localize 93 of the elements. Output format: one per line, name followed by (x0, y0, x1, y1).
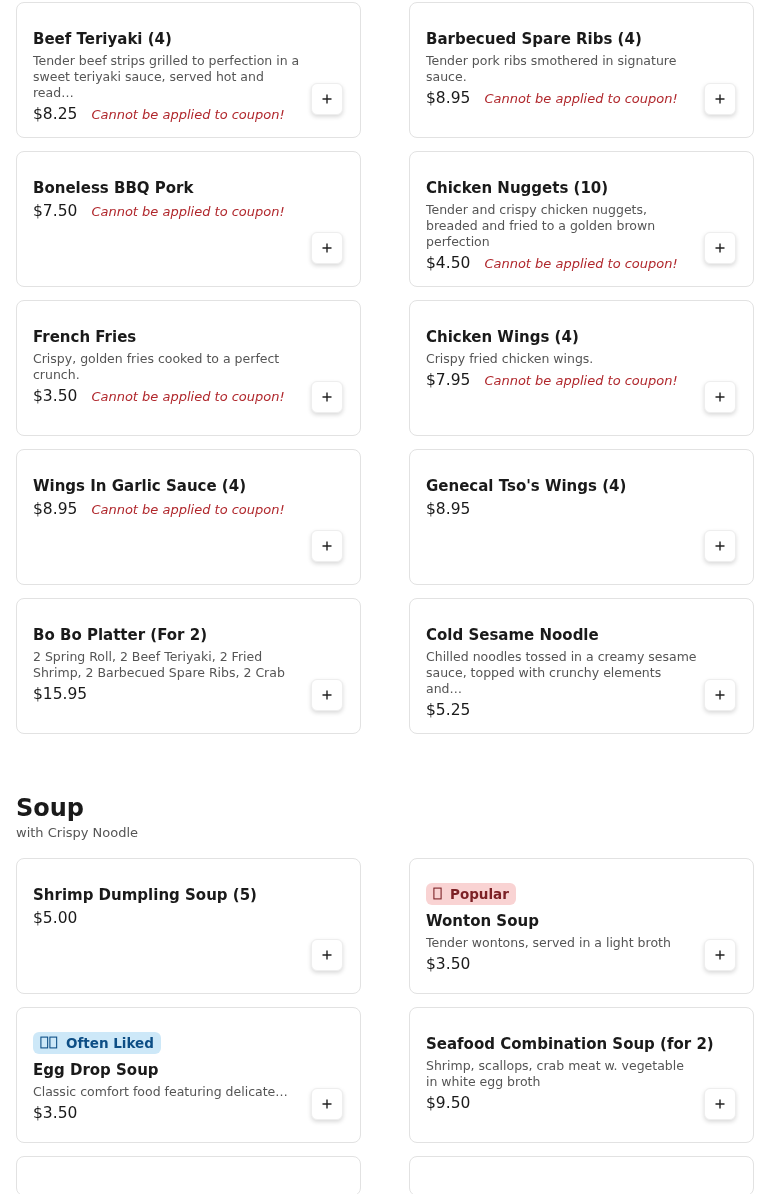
item-name: Beef Teriyaki (4) (33, 29, 173, 49)
menu-item-card[interactable]: French Fries Crispy, golden fries cooked to a perfect crunch. $3.50 Cannot be applied to coupon! (16, 300, 361, 436)
coupon-note: Cannot be applied to coupon! (484, 373, 678, 388)
item-price: $8.95 (33, 500, 78, 518)
item-name: Egg Drop Soup (33, 1059, 160, 1080)
item-price: $4.50 (426, 254, 471, 272)
add-button[interactable] (704, 83, 736, 115)
item-description: Tender and crispy chicken nuggets, breaded and fried to a golden brown perfection (426, 202, 657, 250)
item-description: Crispy fried chicken wings. (426, 351, 595, 367)
item-price: $8.25 (33, 105, 78, 123)
add-button[interactable] (311, 679, 343, 711)
section-subtitle: with Crispy Noodle (16, 825, 140, 840)
add-button[interactable] (704, 1088, 736, 1120)
menu-item-card[interactable]: Barbecued Spare Ribs (4) Tender pork ribs smothered in signature sauce. $8.95 Cannot be applied to coupon! (409, 2, 754, 138)
item-name: Chicken Nuggets (10) (426, 178, 610, 198)
add-button[interactable] (704, 679, 736, 711)
plus-icon (714, 93, 726, 105)
item-name: Boneless BBQ Pork (33, 178, 195, 198)
plus-icon (321, 242, 333, 254)
item-description: Classic comfort food featuring delicate… (33, 1083, 289, 1100)
plus-icon (321, 689, 333, 701)
plus-icon (321, 93, 333, 105)
add-button[interactable] (704, 939, 736, 971)
plus-icon (714, 1098, 726, 1110)
item-description: Tender beef strips grilled to perfection in a sweet teriyaki sauce, served hot and read… (33, 53, 301, 101)
item-price: $15.95 (33, 685, 88, 703)
plus-icon (321, 949, 333, 961)
menu-item-card[interactable]: Boneless BBQ Pork $7.50 Cannot be applied to coupon! (16, 151, 361, 287)
item-price: $3.50 (33, 1103, 78, 1122)
item-name: Barbecued Spare Ribs (4) (426, 29, 643, 49)
menu-item-card[interactable]: Shrimp Dumpling Soup (5) $5.00 (16, 858, 361, 994)
menu-item-card[interactable]: Bo Bo Platter (For 2) 2 Spring Roll, 2 Beef Teriyaki, 2 Fried Shrimp, 2 Barbecued Spare Ribs, 2 Crab $15.95 (16, 598, 361, 734)
plus-icon (714, 391, 726, 403)
add-button[interactable] (311, 381, 343, 413)
item-name: Seafood Combination Soup (for 2) (426, 1034, 715, 1054)
add-button[interactable] (704, 232, 736, 264)
item-price: $7.95 (426, 371, 471, 389)
item-name: Cold Sesame Noodle (426, 625, 600, 645)
coupon-note: Cannot be applied to coupon! (484, 91, 678, 106)
badge-icon (40, 1036, 58, 1049)
add-button[interactable] (311, 1088, 343, 1120)
coupon-note: Cannot be applied to coupon! (91, 107, 285, 122)
add-button[interactable] (704, 381, 736, 413)
add-button[interactable] (311, 530, 343, 562)
item-price: $5.25 (426, 701, 471, 719)
item-name: Genecal Tso's Wings (4) (426, 476, 628, 496)
coupon-note: Cannot be applied to coupon! (91, 204, 285, 219)
menu-item-card[interactable]: Wings In Garlic Sauce (4) $8.95 Cannot be applied to coupon! (16, 449, 361, 585)
item-description: Crispy, golden fries cooked to a perfect crunch. (33, 351, 281, 383)
add-button[interactable] (311, 939, 343, 971)
item-price: $3.50 (426, 954, 471, 973)
plus-icon (321, 540, 333, 552)
badge: Often Liked (33, 1031, 161, 1054)
item-description: 2 Spring Roll, 2 Beef Teriyaki, 2 Fried Shrimp, 2 Barbecued Spare Ribs, 2 Crab (33, 649, 286, 681)
badge-icon (433, 887, 442, 900)
plus-icon (714, 949, 726, 961)
item-price: $3.50 (33, 387, 78, 405)
coupon-note: Cannot be applied to coupon! (91, 502, 285, 517)
item-name: Wings In Garlic Sauce (4) (33, 476, 247, 496)
badge: Popular (426, 882, 516, 905)
item-price: $8.95 (426, 500, 471, 518)
menu-item-card[interactable]: Chicken Nuggets (10) Tender and crispy chicken nuggets, breaded and fried to a golden brown perfection $4.50 Cannot be applied to coupon! (409, 151, 754, 287)
item-price: $9.50 (426, 1094, 471, 1112)
add-button[interactable] (311, 83, 343, 115)
coupon-note: Cannot be applied to coupon! (484, 256, 678, 271)
menu-item-card[interactable]: Seafood Combination Soup (for 2) Shrimp, scallops, crab meat w. vegetable in white egg broth $9.50 (409, 1007, 754, 1143)
item-name: Shrimp Dumpling Soup (5) (33, 885, 258, 905)
item-name: Wonton Soup (426, 910, 540, 931)
menu-item-card[interactable]: Cold Sesame Noodle Chilled noodles tossed in a creamy sesame sauce, topped with crunchy elements and… $5.25 (409, 598, 754, 734)
coupon-note: Cannot be applied to coupon! (91, 389, 285, 404)
item-name: French Fries (33, 327, 138, 347)
item-price: $8.95 (426, 89, 471, 107)
item-name: Bo Bo Platter (For 2) (33, 625, 209, 645)
item-name: Chicken Wings (4) (426, 327, 580, 347)
menu-item-card[interactable]: Chicken Wings (4) Crispy fried chicken wings. $7.95 Cannot be applied to coupon! (409, 300, 754, 436)
add-button[interactable] (311, 232, 343, 264)
item-description: Tender pork ribs smothered in signature sauce. (426, 53, 678, 85)
menu-item-card[interactable]: Beef Teriyaki (4) Tender beef strips grilled to perfection in a sweet teriyaki sauce, served hot and read… $8.25 Cannot be applied to coupon! (16, 2, 361, 138)
item-description: Chilled noodles tossed in a creamy sesame sauce, topped with crunchy elements and… (426, 649, 698, 697)
item-price: $7.50 (33, 202, 78, 220)
add-button[interactable] (704, 530, 736, 562)
plus-icon (714, 540, 726, 552)
plus-icon (714, 689, 726, 701)
item-description: Tender wontons, served in a light broth (426, 934, 672, 951)
plus-icon (321, 391, 333, 403)
plus-icon (321, 1098, 333, 1110)
menu-item-card[interactable]: Genecal Tso's Wings (4) $8.95 (409, 449, 754, 585)
menu-item-card[interactable]: Popular Wonton Soup Tender wontons, served in a light broth $3.50 (409, 858, 754, 994)
section-title: Soup (16, 793, 86, 824)
item-price: $5.00 (33, 909, 78, 927)
menu-item-card[interactable]: Often Liked Egg Drop Soup Classic comfort food featuring delicate… $3.50 (16, 1007, 361, 1143)
plus-icon (714, 242, 726, 254)
item-description: Shrimp, scallops, crab meat w. vegetable in white egg broth (426, 1058, 685, 1090)
